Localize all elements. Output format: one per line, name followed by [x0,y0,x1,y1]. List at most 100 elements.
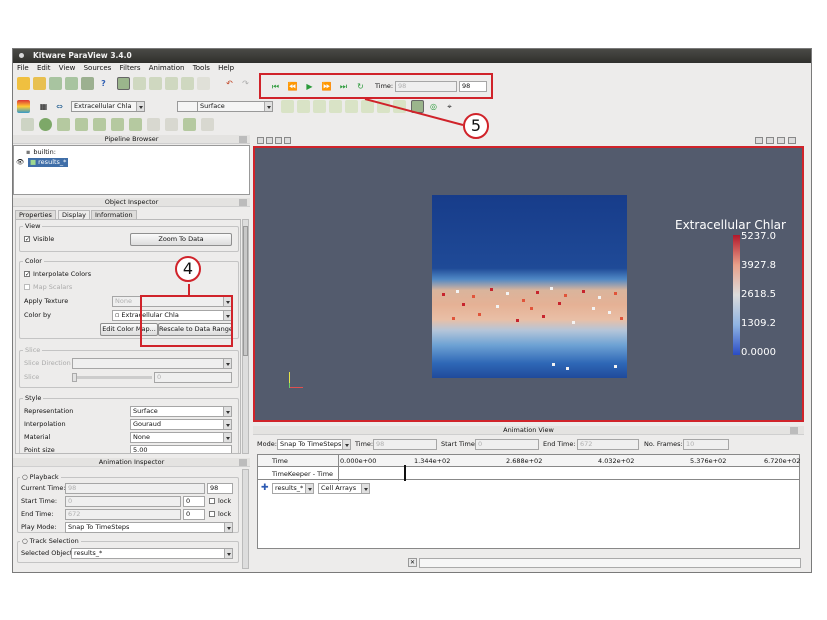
open-icon[interactable] [17,77,30,90]
rescale-icon[interactable]: ⇔ [53,100,66,113]
representation-select[interactable]: Surface [130,406,232,417]
warp-icon[interactable] [165,118,178,131]
extract-subset-icon[interactable] [111,118,124,131]
glyph-icon[interactable] [129,118,142,131]
end-time-spinner[interactable]: 0 [183,509,205,520]
start-time-lock-checkbox[interactable]: lock [209,497,231,506]
menu-sources[interactable]: Sources [84,64,112,72]
undo-icon[interactable]: ↶ [223,77,236,90]
close-panel-icon[interactable] [239,136,247,143]
close-panel-icon[interactable] [790,427,798,434]
camera-z-icon[interactable] [345,100,358,113]
inspector-scrollbar[interactable] [242,219,249,454]
visible-checkbox[interactable]: ✓ Visible [24,235,54,244]
track-source-select[interactable]: results_* [272,483,314,494]
split-horizontal-icon[interactable] [755,137,763,144]
grid-icon[interactable] [257,137,264,144]
split-vertical-icon[interactable] [766,137,774,144]
stream-tracer-icon[interactable] [147,118,160,131]
add-track-icon[interactable]: ✚ [261,484,269,493]
start-time-field[interactable]: 0 [65,496,181,507]
slice-slider-handle[interactable] [72,373,77,382]
current-time-spinner[interactable]: 98 [207,483,233,494]
tab-information[interactable]: Information [91,210,137,219]
representation-select[interactable]: Surface [197,101,273,112]
save-data-icon[interactable] [65,77,78,90]
reset-camera-icon[interactable] [133,77,146,90]
menu-animation[interactable]: Animation [149,64,185,72]
end-time-field[interactable]: 672 [65,509,181,520]
tab-properties[interactable]: Properties [15,210,56,219]
anim-time-field[interactable]: 98 [373,439,437,450]
menu-edit[interactable]: Edit [37,64,51,72]
anim-start-field[interactable]: 0 [475,439,539,450]
maximize-icon[interactable] [777,137,785,144]
radio-icon[interactable]: ○ [22,537,28,545]
radio-icon[interactable]: ○ [22,473,28,481]
slice-field[interactable]: 0 [154,372,232,383]
render-view[interactable]: Extracellular Chlar 5237.0 3927.8 2618.5… [253,146,804,422]
current-time-field[interactable]: 98 [65,483,205,494]
color-legend-icon[interactable] [17,100,30,113]
pipeline-item-builtin[interactable]: ▪ builtin: [26,148,56,157]
menu-filters[interactable]: Filters [120,64,141,72]
anim-end-field[interactable]: 672 [577,439,639,450]
eye-icon[interactable]: 👁 [16,158,24,167]
menu-file[interactable]: File [17,64,29,72]
material-select[interactable]: None [130,432,232,443]
redo-camera-icon[interactable] [275,137,282,144]
save-state-icon[interactable] [49,77,62,90]
track-property-select[interactable]: Cell Arrays [318,483,370,494]
zoom-box-icon[interactable] [149,77,162,90]
interpolate-colors-checkbox[interactable]: ✓ Interpolate Colors [24,270,91,279]
camera-y-icon[interactable] [313,100,326,113]
group-icon[interactable] [183,118,196,131]
timekeeper-row[interactable] [258,467,799,480]
threshold-icon[interactable] [93,118,106,131]
select-cells-icon[interactable] [165,77,178,90]
scalar-bar[interactable] [733,235,740,355]
undo-camera-icon[interactable] [266,137,273,144]
interpolation-select[interactable]: Gouraud [130,419,232,430]
frustum-icon[interactable] [197,77,210,90]
animation-inspector-scrollbar[interactable] [242,469,249,569]
time-cursor[interactable] [404,465,406,481]
clip-icon[interactable] [57,118,70,131]
redo-icon[interactable]: ↷ [239,77,252,90]
map-scalars-checkbox[interactable]: Map Scalars [24,283,72,292]
end-time-lock-checkbox[interactable]: lock [209,510,231,519]
selected-object-select[interactable]: results_* [71,548,233,559]
select-points-icon[interactable] [181,77,194,90]
slice-icon[interactable] [75,118,88,131]
camera-neg-x-icon[interactable] [297,100,310,113]
camera-x-icon[interactable] [281,100,294,113]
close-panel-icon[interactable] [239,199,247,206]
close-panel-icon[interactable] [239,459,247,466]
frames-field[interactable]: 10 [683,439,729,450]
scrollbar-thumb[interactable] [243,226,248,356]
window-menu-icon[interactable] [19,53,24,58]
tab-display[interactable]: Display [58,210,90,219]
pipeline-item-results[interactable]: ■ results_* [28,158,69,167]
play-mode-select[interactable]: Snap To TimeSteps [65,522,233,533]
menu-help[interactable]: Help [218,64,234,72]
slice-direction-select[interactable] [72,358,232,369]
zoom-to-data-button[interactable]: Zoom To Data [130,233,232,246]
extract-level-icon[interactable] [201,118,214,131]
dataset-surface[interactable] [432,195,627,378]
select-icon[interactable] [117,77,130,90]
contour-icon[interactable] [39,118,52,131]
mode-select[interactable]: Snap To TimeSteps [277,439,351,450]
calculator-icon[interactable] [21,118,34,131]
menu-tools[interactable]: Tools [193,64,210,72]
open-folder-icon[interactable] [33,77,46,90]
menu-view[interactable]: View [59,64,76,72]
help-icon[interactable]: ? [97,77,110,90]
animation-track-area[interactable]: Time 0.000e+00 1.344e+02 2.688e+02 4.032… [257,454,800,549]
slice-slider[interactable] [72,376,152,379]
camera-neg-y-icon[interactable] [329,100,342,113]
connect-icon[interactable] [81,77,94,90]
edit-color-map-icon[interactable]: ▦ [37,100,50,113]
color-array-select[interactable]: Extracellular Chla [71,101,145,112]
close-view-icon[interactable] [788,137,796,144]
